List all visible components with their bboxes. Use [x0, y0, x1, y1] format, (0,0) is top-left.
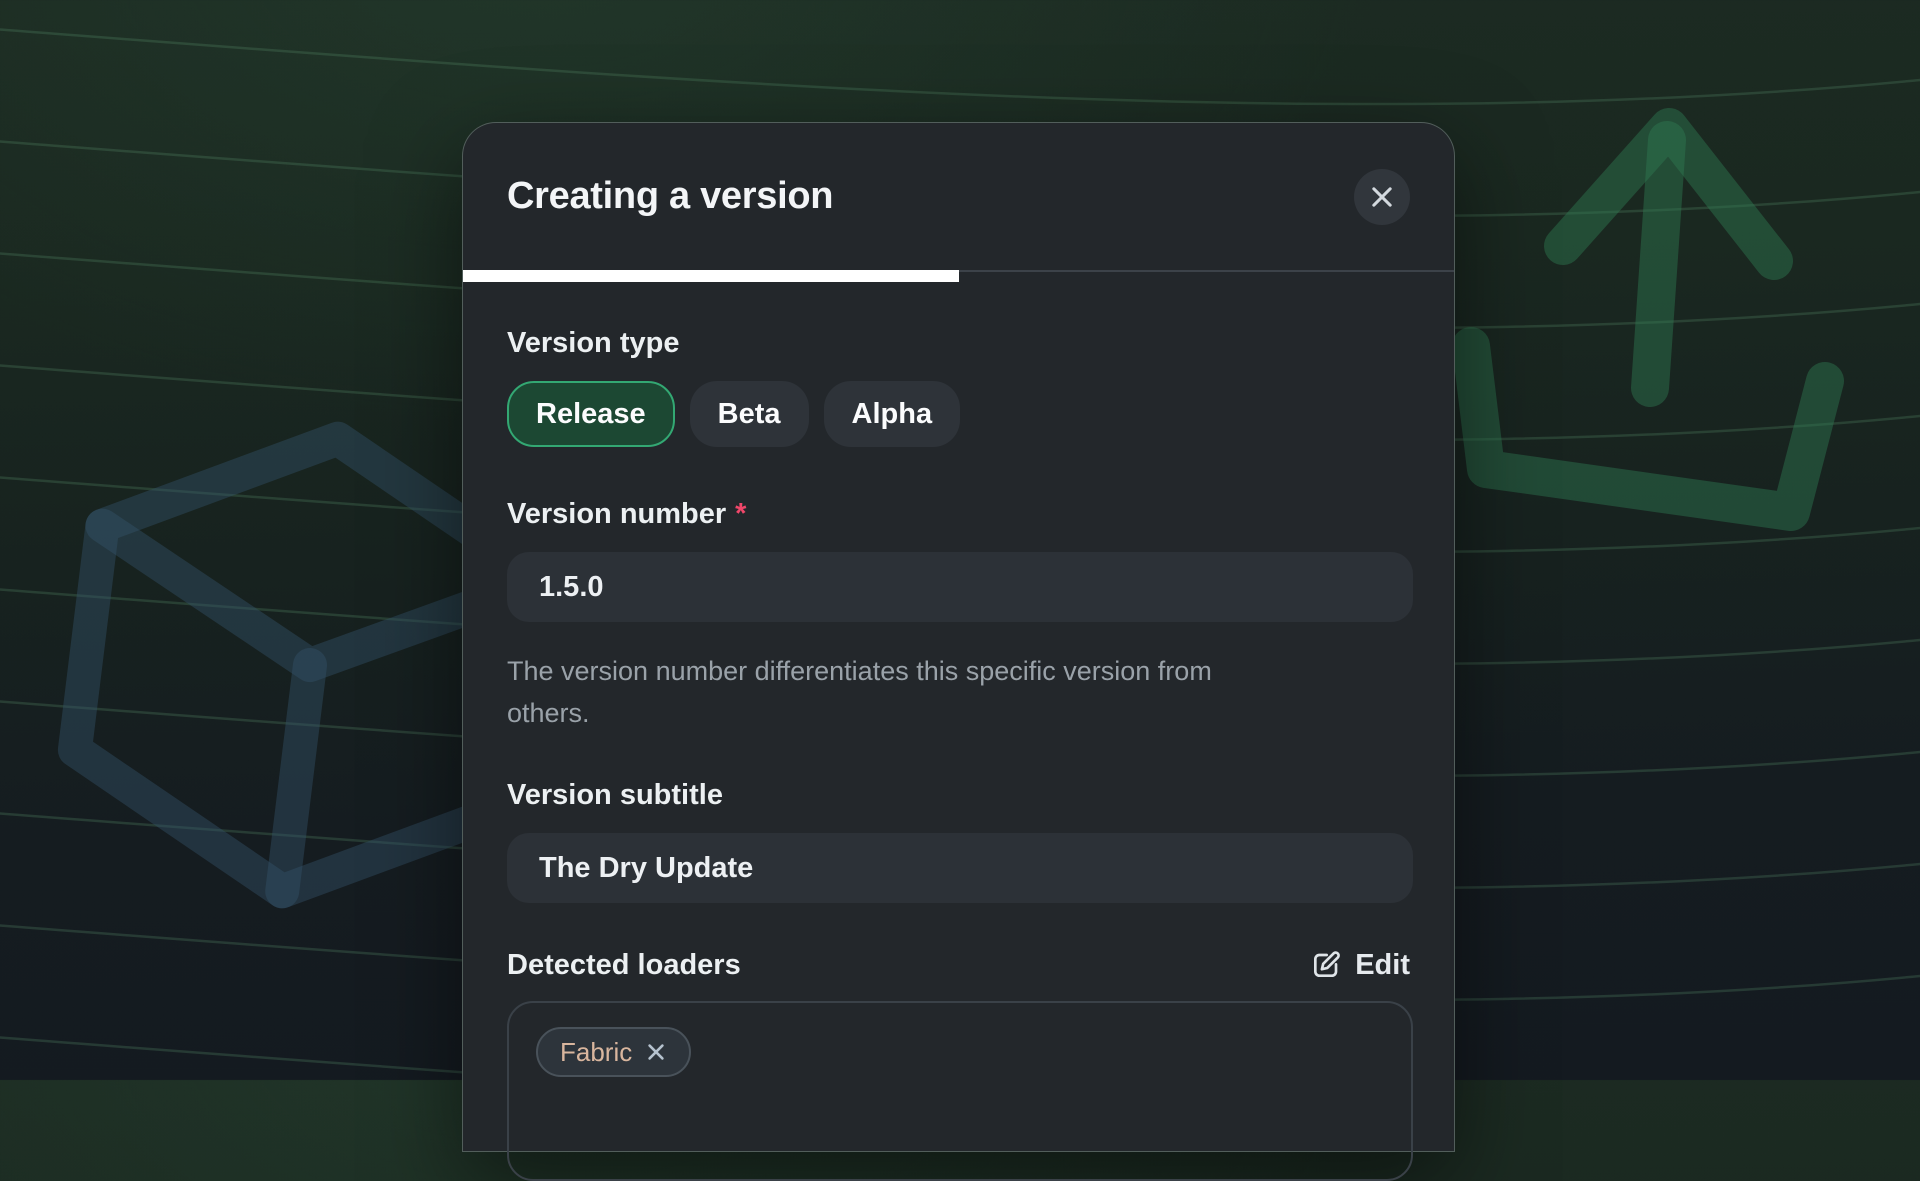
detected-loaders-label: Detected loaders [507, 948, 741, 982]
help-line-2: others. [507, 698, 590, 728]
version-type-options: Release Beta Alpha [507, 381, 1410, 447]
upload-arrow-icon [1471, 127, 1825, 512]
x-icon [1368, 183, 1396, 211]
version-subtitle-input[interactable] [507, 833, 1413, 903]
dialog-body: Version type Release Beta Alpha Version … [463, 326, 1454, 1181]
square-pen-icon [1310, 949, 1342, 981]
version-type-release-button[interactable]: Release [507, 381, 675, 447]
progress-fill [463, 270, 959, 282]
close-button[interactable] [1354, 169, 1410, 225]
version-type-alpha-button[interactable]: Alpha [824, 381, 961, 447]
loader-tag-fabric: Fabric [536, 1027, 691, 1077]
version-number-input[interactable] [507, 552, 1413, 622]
version-number-help: The version number differentiates this s… [507, 650, 1410, 734]
detected-loaders-row: Detected loaders Edit [507, 947, 1410, 983]
version-subtitle-label: Version subtitle [507, 778, 1410, 812]
required-asterisk: * [735, 498, 746, 530]
edit-loaders-button[interactable]: Edit [1310, 949, 1410, 982]
progress-bar [463, 270, 1454, 282]
version-type-label: Version type [507, 326, 1410, 360]
remove-loader-icon[interactable] [645, 1041, 667, 1063]
version-type-beta-button[interactable]: Beta [690, 381, 809, 447]
version-number-label: Version number * [507, 497, 1410, 531]
help-line-1: The version number differentiates this s… [507, 656, 1212, 686]
loader-tag-label: Fabric [560, 1037, 632, 1068]
edit-label: Edit [1355, 949, 1410, 982]
dialog-title: Creating a version [507, 175, 833, 218]
create-version-dialog: Creating a version Version type Release … [462, 122, 1455, 1152]
version-number-label-text: Version number [507, 498, 726, 530]
detected-loaders-box: Fabric [507, 1001, 1413, 1181]
dialog-header: Creating a version [463, 123, 1454, 270]
